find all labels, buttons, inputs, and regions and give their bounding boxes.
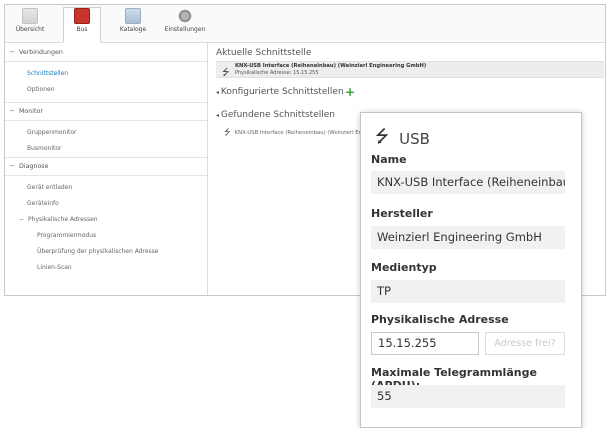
sidebar-item-options[interactable]: Optionen xyxy=(5,82,207,98)
collapse-icon: − xyxy=(19,216,25,223)
interface-details-panel: ⭍ USB Name KNX-USB Interface (Reiheneinb… xyxy=(360,112,582,428)
found-interface-item[interactable]: ⭍ KNX-USB Interface (Reiheneinbau) (Weinz… xyxy=(224,127,367,141)
found-interface-name: KNX-USB Interface (Reiheneinbau) (Weinzi… xyxy=(234,130,367,136)
found-interfaces-title[interactable]: ◂ Gefundene Schnittstellen xyxy=(216,110,335,120)
max-telegram-length-value: 55 xyxy=(371,385,565,408)
current-interface-name: KNX-USB Interface (Reiheneinbau) (Weinzi… xyxy=(235,63,427,69)
toolbar-overview-button[interactable]: Übersicht xyxy=(13,8,47,40)
nav-group-diagnostics[interactable]: − Diagnose xyxy=(5,157,207,176)
popup-header: ⭍ USB xyxy=(375,124,430,153)
nav-group-monitor[interactable]: − Monitor xyxy=(5,102,207,121)
sidebar-item-interfaces[interactable]: Schnittstellen xyxy=(5,66,207,82)
sidebar-item-device-info[interactable]: Geräteinfo xyxy=(5,196,207,212)
toolbar: Übersicht Bus Kataloge Einstellungen xyxy=(5,5,605,43)
plus-icon[interactable]: + xyxy=(345,85,355,99)
current-interface-row[interactable]: ⭍ KNX-USB Interface (Reiheneinbau) (Wein… xyxy=(216,61,604,78)
medium-label: Medientyp xyxy=(371,261,437,274)
nav-group-label: Verbindungen xyxy=(19,48,63,56)
toolbar-settings-button[interactable]: Einstellungen xyxy=(163,8,207,40)
nav-group-label: Diagnose xyxy=(19,163,49,170)
usb-icon: ⭍ xyxy=(222,68,230,78)
manufacturer-label: Hersteller xyxy=(371,207,433,220)
gear-icon xyxy=(177,8,193,24)
sidebar-item-group-monitor[interactable]: Gruppenmonitor xyxy=(5,125,207,141)
sidebar-item-check-physical-address[interactable]: Überprüfung der physikalischen Adresse xyxy=(5,244,207,260)
manufacturer-value: Weinzierl Engineering GmbH xyxy=(371,226,565,249)
configured-interfaces-label: Konfigurierte Schnittstellen xyxy=(220,87,344,97)
bus-icon xyxy=(74,8,90,24)
usb-icon: ⭍ xyxy=(224,128,231,137)
sidebar-item-bus-monitor[interactable]: Busmonitor xyxy=(5,141,207,157)
toolbar-settings-label: Einstellungen xyxy=(164,26,206,33)
found-interfaces-label: Gefundene Schnittstellen xyxy=(220,110,335,120)
collapse-icon: − xyxy=(9,47,15,56)
collapse-icon: − xyxy=(9,162,15,170)
usb-icon: ⭍ xyxy=(375,127,390,147)
sidebar-item-label: Physikalische Adressen xyxy=(28,216,98,223)
name-label: Name xyxy=(371,153,407,166)
toolbar-overview-label: Übersicht xyxy=(15,26,45,33)
sidebar-item-read-device[interactable]: Gerät entladen xyxy=(5,180,207,196)
popup-title: USB xyxy=(399,129,430,148)
toolbar-catalogs-button[interactable]: Kataloge xyxy=(115,8,151,40)
address-free-button[interactable]: Adresse frei? xyxy=(485,332,565,355)
sidebar: − Verbindungen Schnittstellen Optionen −… xyxy=(5,43,208,295)
configured-interfaces-title[interactable]: ◂ Konfigurierte Schnittstellen xyxy=(216,87,344,97)
nav-group-label: Monitor xyxy=(19,108,43,115)
current-interface-address: Physikalische Adresse: 15.15.255 xyxy=(235,70,319,76)
toolbar-bus-label: Bus xyxy=(76,26,88,33)
collapse-icon: − xyxy=(9,107,15,115)
sidebar-item-line-scan[interactable]: Linien-Scan xyxy=(5,260,207,276)
name-value: KNX-USB Interface (Reiheneinbau) xyxy=(371,171,565,194)
overview-icon xyxy=(22,8,38,24)
nav-group-connections[interactable]: − Verbindungen xyxy=(5,43,207,62)
toolbar-bus-button[interactable]: Bus xyxy=(63,7,101,43)
physical-address-label: Physikalische Adresse xyxy=(371,313,509,326)
toolbar-catalogs-label: Kataloge xyxy=(119,26,147,33)
sidebar-item-programming-mode[interactable]: Programmiermodus xyxy=(5,228,207,244)
sidebar-item-physical-addresses[interactable]: − Physikalische Adressen xyxy=(5,212,207,228)
physical-address-input[interactable]: 15.15.255 xyxy=(371,332,479,355)
catalog-icon xyxy=(125,8,141,24)
medium-value: TP xyxy=(371,280,565,303)
current-interface-title: Aktuelle Schnittstelle xyxy=(216,48,312,58)
